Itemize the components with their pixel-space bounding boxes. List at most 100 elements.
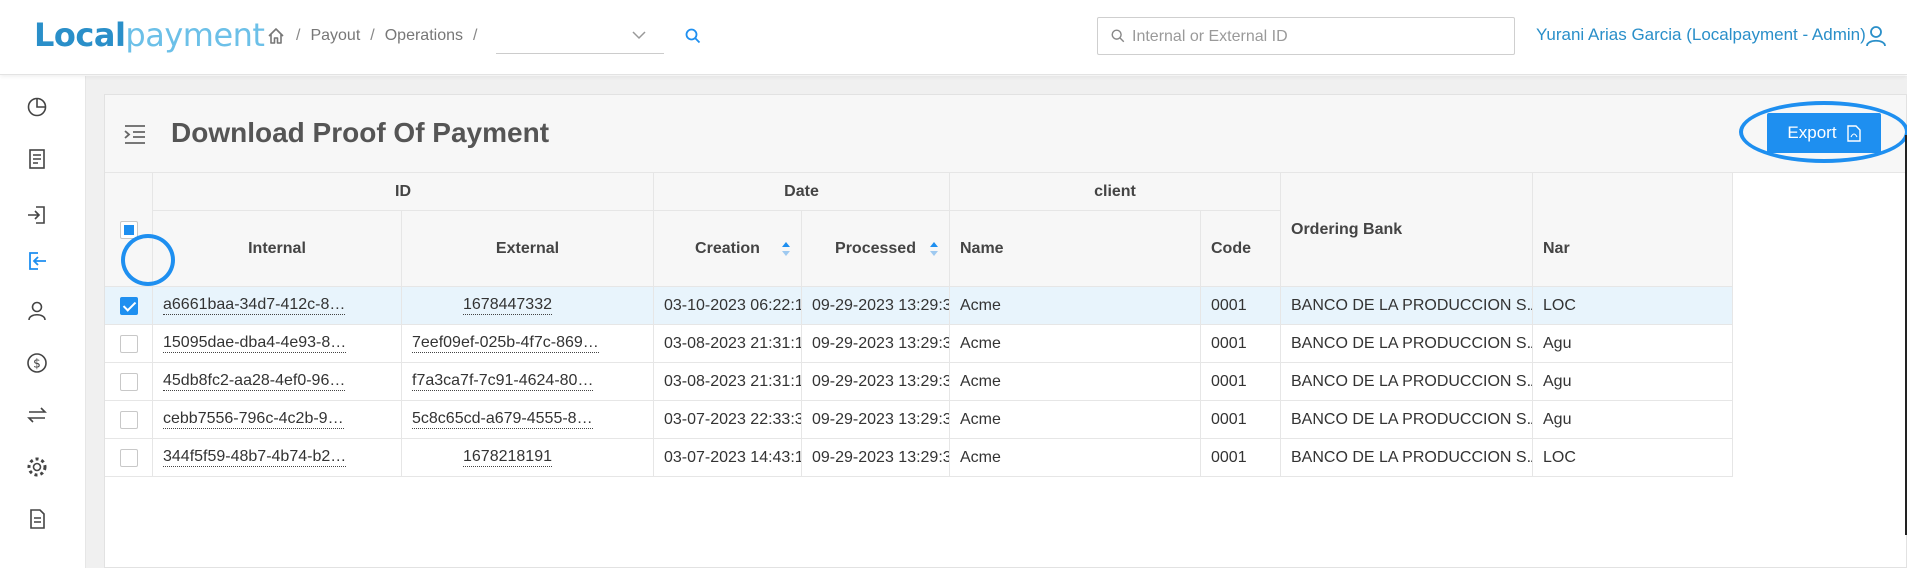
column-header-creation-label: Creation	[695, 239, 760, 257]
sort-icon[interactable]	[929, 240, 939, 258]
column-header-external[interactable]: External	[402, 211, 654, 287]
row-checkbox[interactable]	[119, 296, 138, 315]
cell-external[interactable]: f7a3ca7f-7c91-4624-80…	[402, 363, 654, 401]
cell-bank: BANCO DE LA PRODUCCION S.A.	[1281, 287, 1533, 325]
cell-internal[interactable]: cebb7556-796c-4c2b-9…	[153, 401, 402, 439]
sort-icon[interactable]	[781, 240, 791, 258]
column-header-name-label: Name	[960, 239, 1004, 257]
sidebar: $	[0, 76, 86, 568]
cell-check[interactable]	[105, 439, 153, 477]
cell-bank: BANCO DE LA PRODUCCION S.A.	[1281, 439, 1533, 477]
cell-creation-text: 03-08-2023 21:31:12	[664, 334, 802, 352]
user-icon[interactable]	[1864, 24, 1888, 48]
row-checkbox[interactable]	[119, 448, 138, 467]
gear-icon[interactable]	[24, 454, 50, 480]
cell-processed-text: 09-29-2023 13:29:36	[812, 448, 950, 466]
cell-check[interactable]	[105, 287, 153, 325]
cell-bank-text: BANCO DE LA PRODUCCION S.A.	[1291, 372, 1533, 390]
cell-creation: 03-08-2023 21:31:11	[654, 363, 802, 401]
column-header-creation[interactable]: Creation	[654, 211, 802, 287]
top-bar: Localpayment / Payout / Operations / Yur…	[0, 0, 1907, 75]
cell-internal[interactable]: 344f5f59-48b7-4b74-b2…	[153, 439, 402, 477]
user-icon[interactable]	[24, 298, 50, 324]
main-content: Download Proof Of Payment Export ID Date c…	[86, 76, 1907, 568]
group-header-id-label: ID	[395, 182, 411, 200]
document-icon[interactable]	[24, 506, 50, 532]
payout-icon[interactable]	[24, 248, 50, 274]
localpayment-logo[interactable]: Localpayment	[34, 16, 265, 54]
select-all-cell[interactable]	[105, 173, 153, 287]
chevron-down-icon	[632, 31, 646, 40]
breadcrumb-separator: /	[370, 27, 375, 44]
cell-name-text: Acme	[960, 448, 1001, 466]
row-checkbox[interactable]	[119, 334, 138, 353]
column-header-code[interactable]: Code	[1201, 211, 1281, 287]
cell-name: Acme	[950, 287, 1201, 325]
home-icon[interactable]	[266, 26, 286, 46]
group-header-date: Date	[654, 173, 950, 211]
cell-creation-text: 03-08-2023 21:31:11	[664, 372, 802, 390]
cell-check[interactable]	[105, 363, 153, 401]
cell-external[interactable]: 5c8c65cd-a679-4555-8…	[402, 401, 654, 439]
cell-internal-text: a6661baa-34d7-412c-8…	[163, 296, 346, 315]
cell-internal[interactable]: a6661baa-34d7-412c-8…	[153, 287, 402, 325]
column-header-internal-label: Internal	[248, 239, 306, 257]
cell-next-text: LOC	[1543, 448, 1576, 466]
cell-internal[interactable]: 15095dae-dba4-4e93-8…	[153, 325, 402, 363]
cell-creation: 03-07-2023 14:43:10	[654, 439, 802, 477]
group-header-client: client	[950, 173, 1281, 211]
pie-chart-icon[interactable]	[24, 94, 50, 120]
column-header-name[interactable]: Name	[950, 211, 1201, 287]
row-checkbox[interactable]	[119, 372, 138, 391]
row-checkbox[interactable]	[119, 410, 138, 429]
breadcrumb-select[interactable]	[496, 20, 664, 54]
dollar-icon[interactable]: $	[24, 350, 50, 376]
cell-processed: 09-29-2023 13:29:39	[802, 287, 950, 325]
cell-bank: BANCO DE LA PRODUCCION S.A.	[1281, 363, 1533, 401]
column-header-ordering-bank[interactable]: Ordering Bank	[1281, 173, 1533, 287]
export-button[interactable]: Export	[1767, 113, 1881, 153]
search-icon[interactable]	[684, 27, 702, 45]
column-header-processed[interactable]: Processed	[802, 211, 950, 287]
cell-creation: 03-08-2023 21:31:12	[654, 325, 802, 363]
cell-external[interactable]: 1678447332	[402, 287, 654, 325]
cell-code-text: 0001	[1211, 448, 1247, 466]
transfer-icon[interactable]	[24, 402, 50, 428]
breadcrumb-operations[interactable]: Operations	[385, 27, 463, 45]
cell-check[interactable]	[105, 325, 153, 363]
card-header: Download Proof Of Payment Export	[105, 95, 1907, 173]
breadcrumb-payout[interactable]: Payout	[310, 27, 360, 45]
menu-indent-icon[interactable]	[123, 123, 147, 145]
cell-external-text: 1678447332	[463, 296, 552, 315]
cell-external[interactable]: 1678218191	[402, 439, 654, 477]
select-all-checkbox[interactable]	[119, 220, 138, 239]
cell-bank-text: BANCO DE LA PRODUCCION S.A.	[1291, 410, 1533, 428]
cell-code: 0001	[1201, 439, 1281, 477]
id-search-box[interactable]	[1097, 17, 1515, 55]
cell-name: Acme	[950, 363, 1201, 401]
cell-external[interactable]: 7eef09ef-025b-4f7c-869…	[402, 325, 654, 363]
id-search-input[interactable]	[1132, 24, 1502, 50]
cell-internal[interactable]: 45db8fc2-aa28-4ef0-96…	[153, 363, 402, 401]
cell-name: Acme	[950, 325, 1201, 363]
cell-code: 0001	[1201, 287, 1281, 325]
page-title: Download Proof Of Payment	[171, 117, 550, 148]
cell-processed: 09-29-2023 13:29:36	[802, 439, 950, 477]
cell-internal-text: 45db8fc2-aa28-4ef0-96…	[163, 372, 346, 391]
cell-processed-text: 09-29-2023 13:29:38	[812, 334, 950, 352]
cell-external-text: 1678218191	[463, 448, 552, 467]
cell-processed: 09-29-2023 13:29:38	[802, 401, 950, 439]
cell-code-text: 0001	[1211, 296, 1247, 314]
search-icon	[1111, 29, 1125, 43]
logo-text-local: Local	[34, 16, 126, 54]
column-header-internal[interactable]: Internal	[153, 211, 402, 287]
login-icon[interactable]	[24, 202, 50, 228]
cell-code: 0001	[1201, 363, 1281, 401]
column-header-next[interactable]: Nar	[1533, 173, 1733, 287]
user-name[interactable]: Yurani Arias Garcia (Localpayment - Admi…	[1536, 25, 1866, 45]
cell-check[interactable]	[105, 401, 153, 439]
cell-next-text: Agu	[1543, 334, 1572, 352]
cell-code-text: 0001	[1211, 372, 1247, 390]
cell-creation-text: 03-07-2023 22:33:35	[664, 410, 802, 428]
receipt-icon[interactable]	[24, 146, 50, 172]
